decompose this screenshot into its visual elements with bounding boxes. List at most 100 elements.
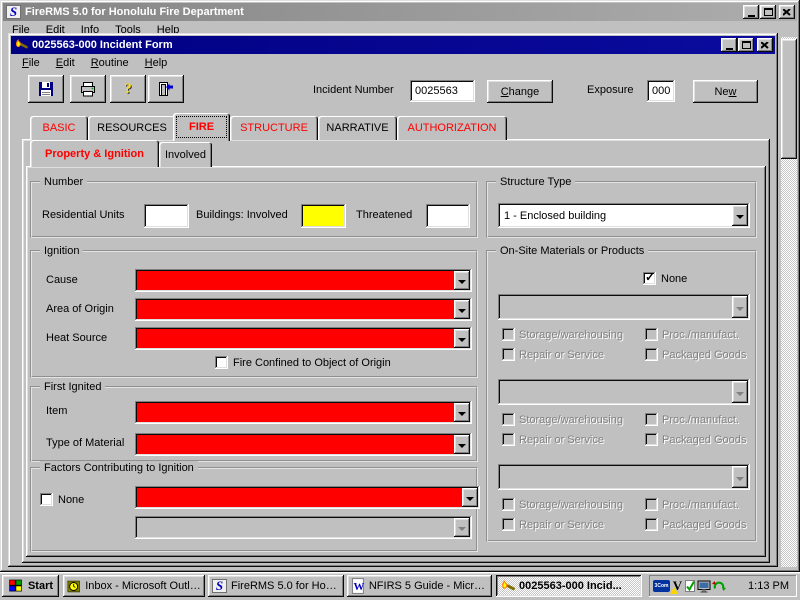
- help-button[interactable]: ?: [110, 75, 146, 103]
- storage-checkbox-2: [502, 413, 515, 426]
- storage-checkbox-1: [502, 328, 515, 341]
- restore-icon: [742, 41, 751, 49]
- fire-confined-checkbox[interactable]: [215, 356, 228, 369]
- storage-label: Storage/warehousing: [519, 414, 623, 427]
- area-of-origin-combo[interactable]: [135, 298, 472, 321]
- tab-basic[interactable]: BASIC: [30, 116, 88, 140]
- factors-legend: Factors Contributing to Ignition: [40, 461, 198, 475]
- packaged-goods-label: Packaged Goods: [662, 519, 746, 532]
- close-icon: [761, 42, 769, 49]
- menu-edit[interactable]: Edit: [48, 55, 83, 71]
- word-document-icon: W: [351, 578, 365, 594]
- close-button[interactable]: [757, 38, 773, 52]
- menu-help[interactable]: Help: [137, 55, 176, 71]
- display-icon[interactable]: [697, 580, 711, 593]
- heat-source-combo[interactable]: [135, 327, 472, 350]
- cause-combo[interactable]: [135, 269, 472, 292]
- system-tray: 3Com V 1:13 PM: [649, 575, 797, 597]
- chevron-down-icon: [458, 338, 466, 342]
- repair-service-checkbox-1: [502, 348, 515, 361]
- mdi-vertical-scrollbar[interactable]: [781, 37, 797, 567]
- proc-manufact-label: Proc./manufact.: [662, 499, 739, 512]
- onsite-none-checkbox[interactable]: [643, 272, 656, 285]
- proc-manufact-label: Proc./manufact.: [662, 329, 739, 342]
- dropdown-arrow-button[interactable]: [454, 435, 470, 454]
- maximize-button[interactable]: [760, 5, 776, 19]
- help-icon: ?: [124, 81, 132, 98]
- sync-icon[interactable]: [712, 579, 726, 593]
- taskbar-button-nfirs-guide[interactable]: W NFIRS 5 Guide - Micro...: [347, 575, 492, 597]
- change-button[interactable]: Change: [487, 80, 553, 103]
- print-button[interactable]: [70, 75, 106, 103]
- tab-property-ignition[interactable]: Property & Ignition: [30, 140, 159, 167]
- flame-icon: [500, 579, 515, 594]
- save-button[interactable]: [28, 75, 64, 103]
- minimize-button[interactable]: [721, 38, 737, 52]
- onsite-none-label: None: [661, 273, 687, 286]
- close-button[interactable]: [779, 5, 795, 19]
- dropdown-arrow-button[interactable]: [462, 488, 478, 507]
- exit-button[interactable]: [148, 75, 184, 103]
- exposure-label: Exposure: [587, 84, 633, 97]
- dropdown-arrow-button: [732, 296, 748, 318]
- chevron-down-icon: [736, 215, 744, 219]
- exposure-input[interactable]: 000: [647, 80, 675, 102]
- menu-routine[interactable]: Routine: [83, 55, 137, 71]
- start-button[interactable]: Start: [2, 575, 59, 597]
- restore-button[interactable]: [738, 38, 754, 52]
- 3com-icon[interactable]: 3Com: [653, 580, 670, 592]
- factors-none-checkbox[interactable]: [40, 493, 53, 506]
- chevron-down-icon: [458, 412, 466, 416]
- chevron-down-icon: [736, 477, 744, 481]
- taskbar-button-incident-form[interactable]: 0025563-000 Incid...: [496, 575, 642, 597]
- ignition-legend: Ignition: [40, 244, 83, 258]
- dropdown-arrow-button[interactable]: [454, 403, 470, 422]
- heat-source-label: Heat Source: [46, 332, 107, 345]
- item-combo[interactable]: [135, 401, 472, 424]
- storage-label: Storage/warehousing: [519, 499, 623, 512]
- residential-units-input[interactable]: [144, 204, 189, 228]
- dropdown-arrow-button[interactable]: [454, 329, 470, 348]
- menu-file[interactable]: File: [14, 55, 48, 71]
- threatened-input[interactable]: [426, 204, 470, 228]
- type-of-material-combo[interactable]: [135, 433, 472, 456]
- repair-service-label: Repair or Service: [519, 349, 604, 362]
- onsite-legend: On-Site Materials or Products: [496, 244, 648, 258]
- chevron-down-icon: [458, 527, 466, 531]
- exit-door-icon: [158, 82, 174, 96]
- minimize-button[interactable]: [743, 5, 759, 19]
- scrollbar-thumb[interactable]: [781, 39, 797, 159]
- incident-titlebar: 0025563-000 Incident Form: [11, 36, 775, 54]
- structure-type-combo[interactable]: 1 - Enclosed building: [498, 203, 750, 228]
- save-icon: [38, 82, 54, 97]
- incident-number-label: Incident Number: [313, 84, 394, 97]
- task-check-icon[interactable]: [685, 579, 696, 593]
- onsite-combo-2: [498, 379, 750, 405]
- type-of-material-label: Type of Material: [46, 437, 124, 450]
- tab-authorization[interactable]: AUTHORIZATION: [397, 116, 507, 140]
- dropdown-arrow-button[interactable]: [732, 205, 748, 226]
- tab-fire[interactable]: FIRE: [173, 113, 230, 141]
- dropdown-arrow-button[interactable]: [454, 271, 470, 290]
- new-button[interactable]: New: [693, 80, 758, 103]
- factors-combo-1[interactable]: [135, 486, 480, 509]
- close-icon: [783, 9, 791, 16]
- incident-number-input[interactable]: 0025563: [410, 80, 475, 102]
- number-group: Number Residential Units Buildings: Invo…: [30, 181, 478, 238]
- maximize-icon: [764, 8, 773, 16]
- incident-title: 0025563-000 Incident Form: [32, 39, 720, 51]
- vshield-icon[interactable]: V: [671, 579, 684, 594]
- buildings-involved-input[interactable]: [301, 204, 346, 228]
- packaged-goods-label: Packaged Goods: [662, 434, 746, 447]
- structure-type-legend: Structure Type: [496, 175, 575, 189]
- packaged-goods-label: Packaged Goods: [662, 349, 746, 362]
- taskbar-button-firerms[interactable]: S FireRMS 5.0 for Honol...: [208, 575, 344, 597]
- tab-structure[interactable]: STRUCTURE: [230, 116, 318, 140]
- tab-resources[interactable]: RESOURCES: [88, 116, 176, 140]
- tab-narrative[interactable]: NARRATIVE: [318, 116, 397, 140]
- packaged-goods-checkbox-1: [645, 348, 658, 361]
- taskbar-button-outlook[interactable]: Inbox - Microsoft Outlook: [63, 575, 205, 597]
- proc-manufact-checkbox-3: [645, 498, 658, 511]
- dropdown-arrow-button[interactable]: [454, 300, 470, 319]
- tab-involved[interactable]: Involved: [159, 142, 212, 167]
